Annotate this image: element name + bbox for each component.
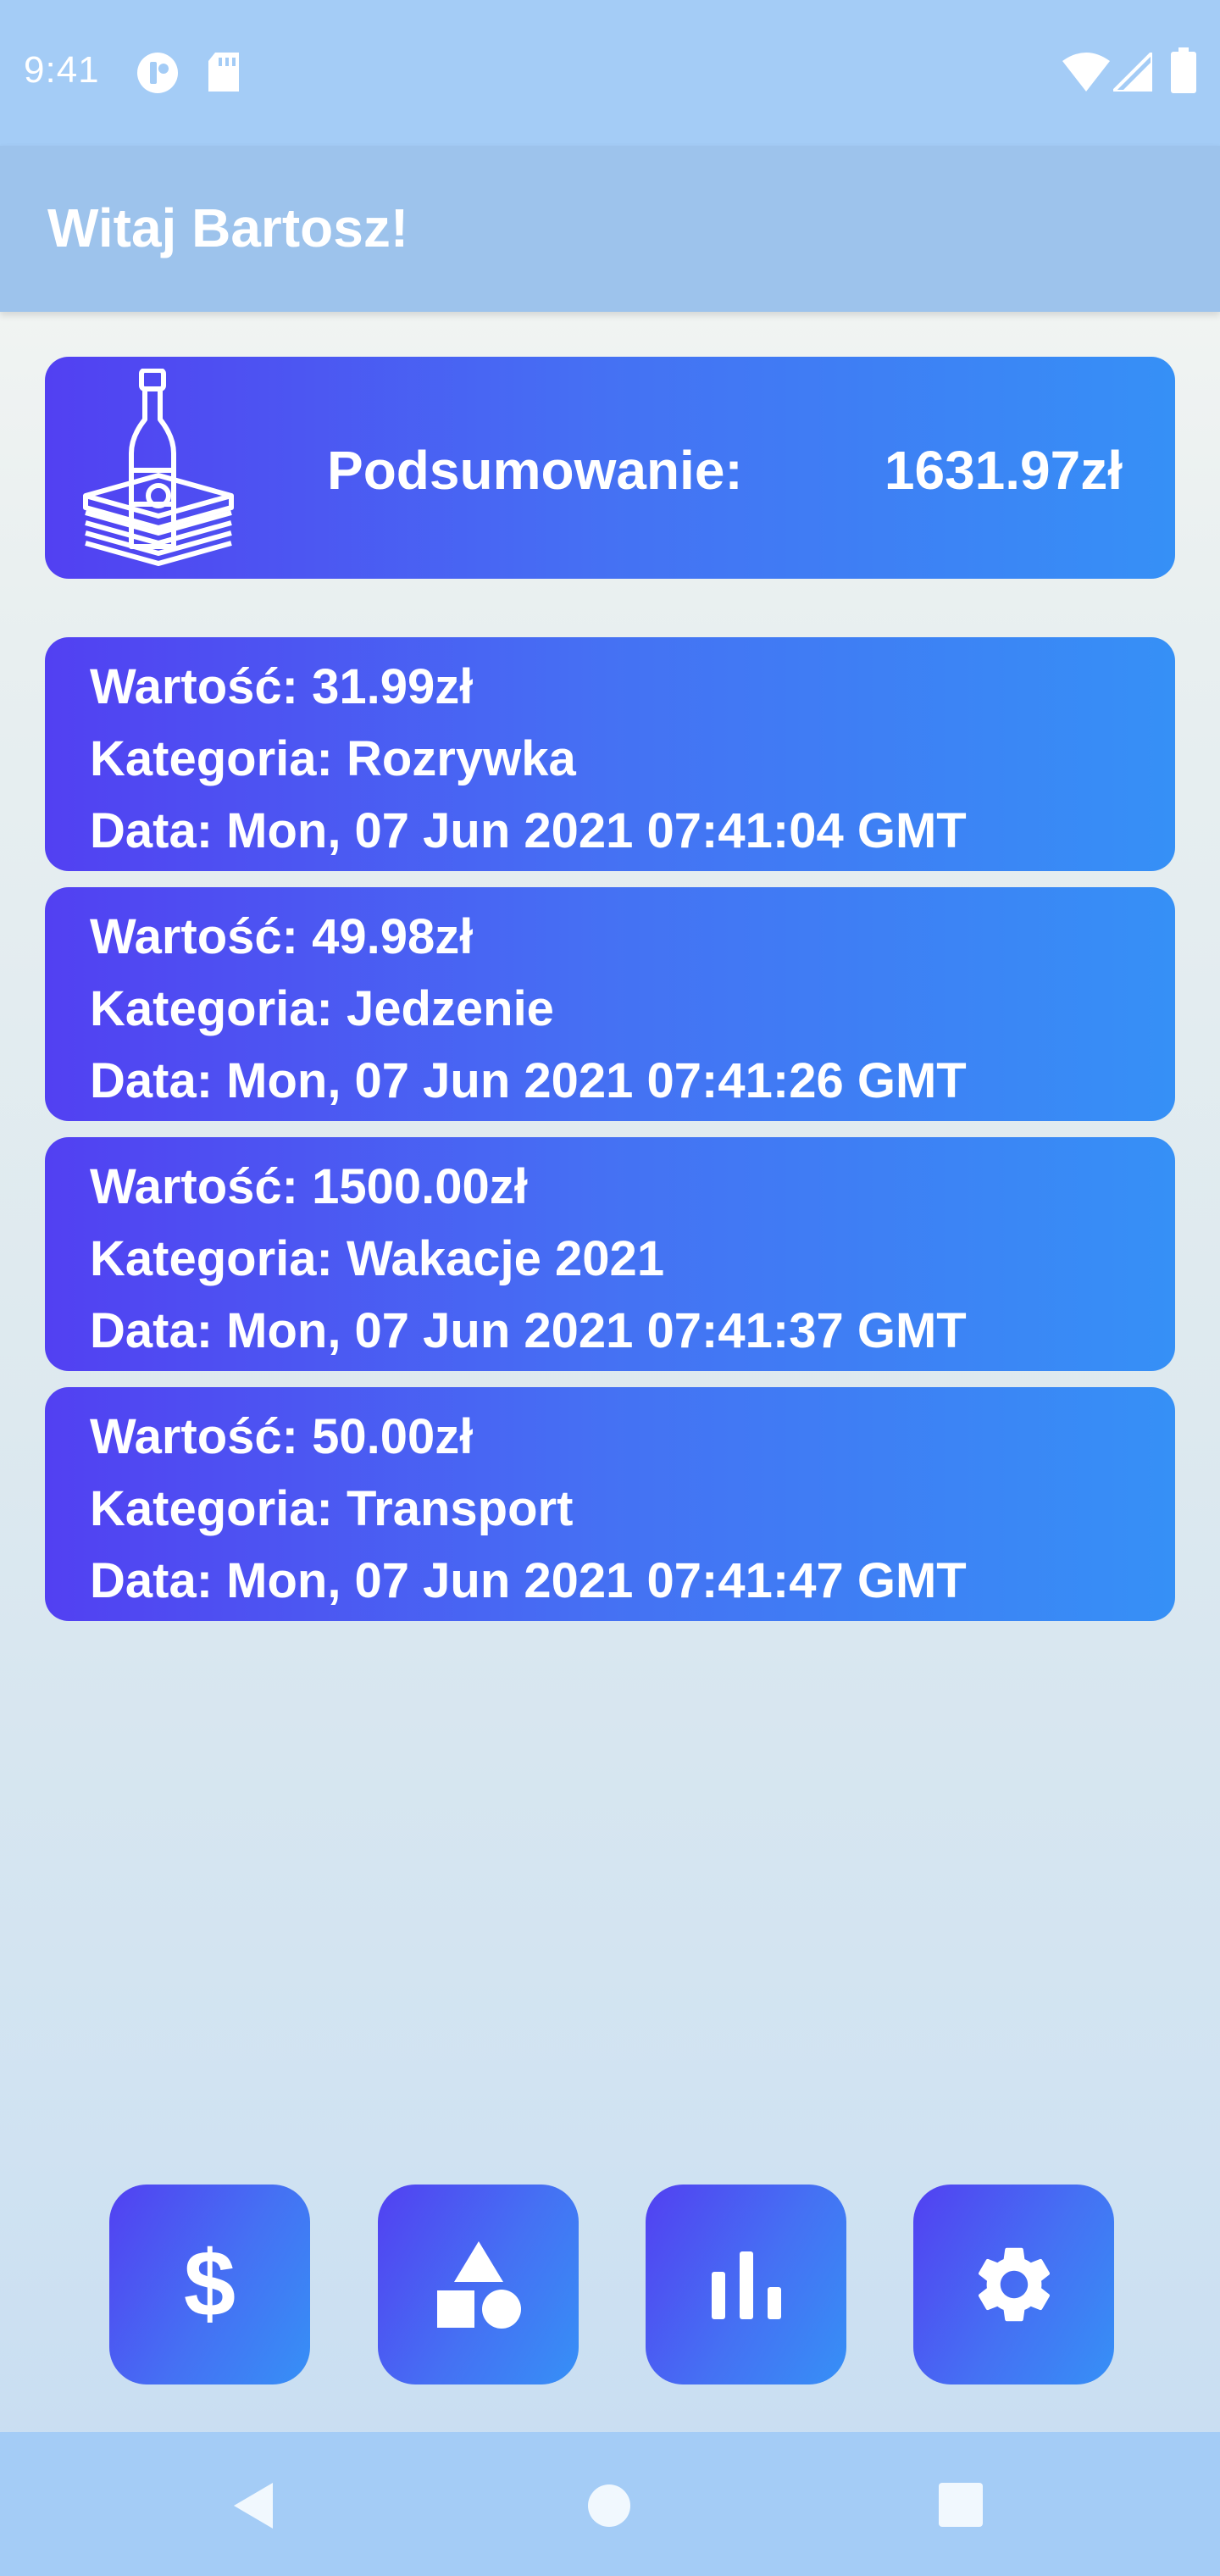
- expense-category: Kategoria: Transport: [90, 1481, 574, 1536]
- signal-icon: [1113, 53, 1152, 92]
- summary-card: Podsumowanie: 1631.97zł: [45, 357, 1175, 579]
- summary-label: Podsumowanie:: [327, 440, 743, 501]
- system-nav-bar: [0, 2432, 1220, 2576]
- notification-icon: [137, 53, 178, 93]
- status-bar: 9:41: [0, 0, 1220, 146]
- settings-button[interactable]: [913, 2185, 1114, 2384]
- wifi-icon: [1062, 53, 1110, 92]
- list-item[interactable]: Wartość: 49.98zł Kategoria: Jedzenie Dat…: [45, 887, 1175, 1121]
- gear-icon: [978, 2247, 1050, 2322]
- expense-date: Data: Mon, 07 Jun 2021 07:41:04 GMT: [90, 803, 967, 858]
- money-bottle-icon: [83, 369, 234, 566]
- expense-date: Data: Mon, 07 Jun 2021 07:41:37 GMT: [90, 1303, 967, 1358]
- expense-category: Kategoria: Jedzenie: [90, 981, 554, 1036]
- sd-card-icon: [208, 53, 239, 92]
- bar-chart-icon: [711, 2251, 781, 2319]
- battery-icon: [1171, 47, 1196, 93]
- expense-value: Wartość: 49.98zł: [90, 909, 474, 964]
- expense-value: Wartość: 1500.00zł: [90, 1159, 528, 1214]
- status-time: 9:41: [24, 49, 100, 91]
- expense-date: Data: Mon, 07 Jun 2021 07:41:26 GMT: [90, 1053, 967, 1108]
- list-item[interactable]: Wartość: 50.00zł Kategoria: Transport Da…: [45, 1387, 1175, 1621]
- list-item[interactable]: Wartość: 31.99zł Kategoria: Rozrywka Dat…: [45, 637, 1175, 871]
- dollar-icon: $: [183, 2232, 236, 2336]
- list-item[interactable]: Wartość: 1500.00zł Kategoria: Wakacje 20…: [45, 1137, 1175, 1371]
- page-title: Witaj Bartosz!: [47, 197, 409, 258]
- expense-value: Wartość: 50.00zł: [90, 1409, 474, 1464]
- expense-category: Kategoria: Wakacje 2021: [90, 1231, 665, 1286]
- categories-button[interactable]: [378, 2185, 579, 2384]
- expenses-button[interactable]: $: [109, 2185, 310, 2384]
- statistics-button[interactable]: [646, 2185, 846, 2384]
- expense-value: Wartość: 31.99zł: [90, 659, 474, 714]
- expense-category: Kategoria: Rozrywka: [90, 731, 576, 786]
- summary-total: 1631.97zł: [884, 440, 1123, 501]
- expense-date: Data: Mon, 07 Jun 2021 07:41:47 GMT: [90, 1553, 967, 1608]
- home-icon[interactable]: [586, 2483, 632, 2529]
- shapes-icon: [436, 2241, 521, 2329]
- back-icon[interactable]: [230, 2481, 276, 2530]
- recents-icon[interactable]: [939, 2483, 983, 2527]
